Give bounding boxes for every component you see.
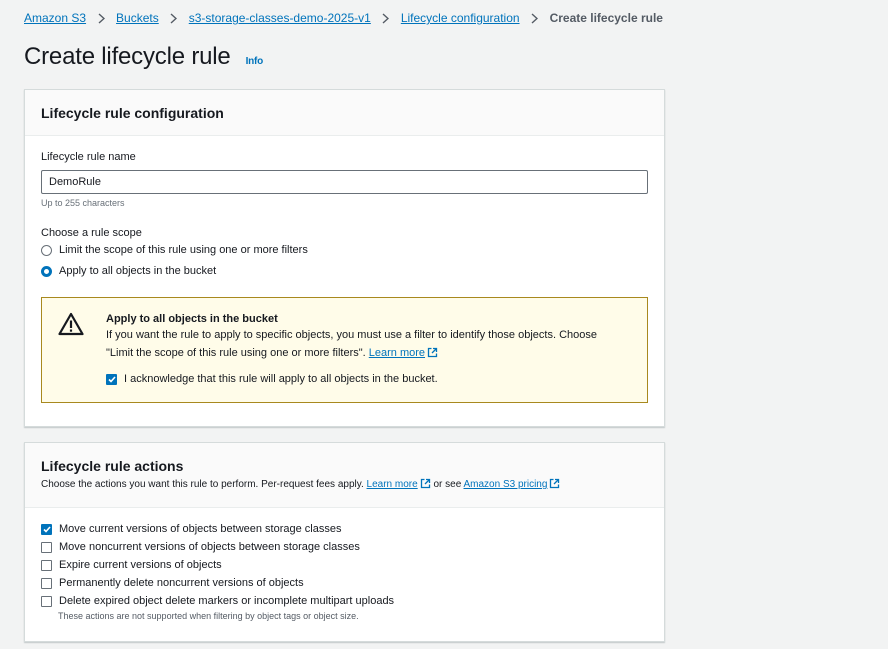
description-text: Choose the actions you want this rule to… [41,479,364,490]
lifecycle-rule-configuration-panel: Lifecycle rule configuration Lifecycle r… [24,89,665,427]
action-move-noncurrent[interactable]: Move noncurrent versions of objects betw… [41,538,648,556]
s3-pricing-link[interactable]: Amazon S3 pricing [463,478,561,492]
chevron-right-icon [529,11,541,25]
alert-text: If you want the rule to apply to specifi… [106,326,597,364]
learn-more-link[interactable]: Learn more [369,347,438,359]
breadcrumb-lifecycle-configuration[interactable]: Lifecycle configuration [401,11,520,25]
warning-alert: Apply to all objects in the bucket If yo… [41,297,648,403]
radio-unchecked[interactable] [41,244,52,256]
breadcrumb-current: Create lifecycle rule [549,11,663,25]
learn-more-label: Learn more [368,347,426,359]
scope-option-all-objects[interactable]: Apply to all objects in the bucket [41,262,648,280]
chevron-right-icon [168,11,180,25]
action-label: Move current versions of objects between… [59,523,342,535]
rule-scope-label: Choose a rule scope [41,227,142,239]
lifecycle-rule-actions-panel: Lifecycle rule actions Choose the action… [24,442,665,642]
info-link[interactable]: Info [246,56,264,67]
alert-text-line2: "Limit the scope of this rule using one … [106,347,366,359]
external-link-icon [549,478,560,492]
acknowledge-label: I acknowledge that this rule will apply … [124,373,438,385]
chevron-right-icon [380,11,392,25]
alert-content: Apply to all objects in the bucket If yo… [106,313,597,388]
panel-description: Choose the actions you want this rule to… [41,478,648,492]
acknowledge-checkbox[interactable] [106,373,117,385]
panel-title: Lifecycle rule configuration [41,105,224,121]
breadcrumb: Amazon S3 Buckets s3-storage-classes-dem… [24,11,663,25]
action-checkbox[interactable] [41,559,52,571]
chevron-right-icon [95,11,107,25]
external-link-icon [420,478,431,492]
breadcrumb-bucket-name[interactable]: s3-storage-classes-demo-2025-v1 [189,11,371,25]
s3-pricing-label: Amazon S3 pricing [463,479,548,490]
panel-header: Lifecycle rule configuration [25,90,664,136]
actions-note: These actions are not supported when fil… [58,611,359,621]
learn-more-label: Learn more [366,479,418,490]
warning-icon [58,312,84,338]
acknowledge-checkbox-row[interactable]: I acknowledge that this rule will apply … [106,370,597,388]
panel-body: Lifecycle rule name Up to 255 characters… [25,136,664,419]
learn-more-link[interactable]: Learn more [366,478,431,492]
action-checkbox-checked[interactable] [41,523,52,535]
panel-header: Lifecycle rule actions Choose the action… [25,443,664,508]
scope-option-limit[interactable]: Limit the scope of this rule using one o… [41,241,648,259]
rule-name-label: Lifecycle rule name [41,151,136,163]
panel-title: Lifecycle rule actions [41,458,184,474]
actions-list: Move current versions of objects between… [25,508,664,637]
action-checkbox[interactable] [41,595,52,607]
action-label: Permanently delete noncurrent versions o… [59,577,304,589]
breadcrumb-buckets[interactable]: Buckets [116,11,159,25]
page-title: Create lifecycle rule Info [24,43,263,71]
action-delete-noncurrent[interactable]: Permanently delete noncurrent versions o… [41,574,648,592]
rule-name-input[interactable] [41,170,648,194]
page-title-text: Create lifecycle rule [24,43,231,70]
action-checkbox[interactable] [41,541,52,553]
or-see-text: or see [433,479,462,490]
action-label: Move noncurrent versions of objects betw… [59,541,360,553]
action-checkbox[interactable] [41,577,52,589]
rule-name-hint: Up to 255 characters [41,198,125,208]
scope-option-label: Limit the scope of this rule using one o… [59,244,308,256]
alert-text-line1: If you want the rule to apply to specifi… [106,329,597,341]
radio-checked[interactable] [41,265,52,277]
action-delete-markers[interactable]: Delete expired object delete markers or … [41,592,648,610]
scope-option-label: Apply to all objects in the bucket [59,265,217,277]
action-label: Expire current versions of objects [59,559,222,571]
breadcrumb-amazon-s3[interactable]: Amazon S3 [24,11,86,25]
action-move-current[interactable]: Move current versions of objects between… [41,520,648,538]
action-expire-current[interactable]: Expire current versions of objects [41,556,648,574]
external-link-icon [427,346,438,364]
alert-title: Apply to all objects in the bucket [106,313,278,325]
action-label: Delete expired object delete markers or … [59,595,395,607]
